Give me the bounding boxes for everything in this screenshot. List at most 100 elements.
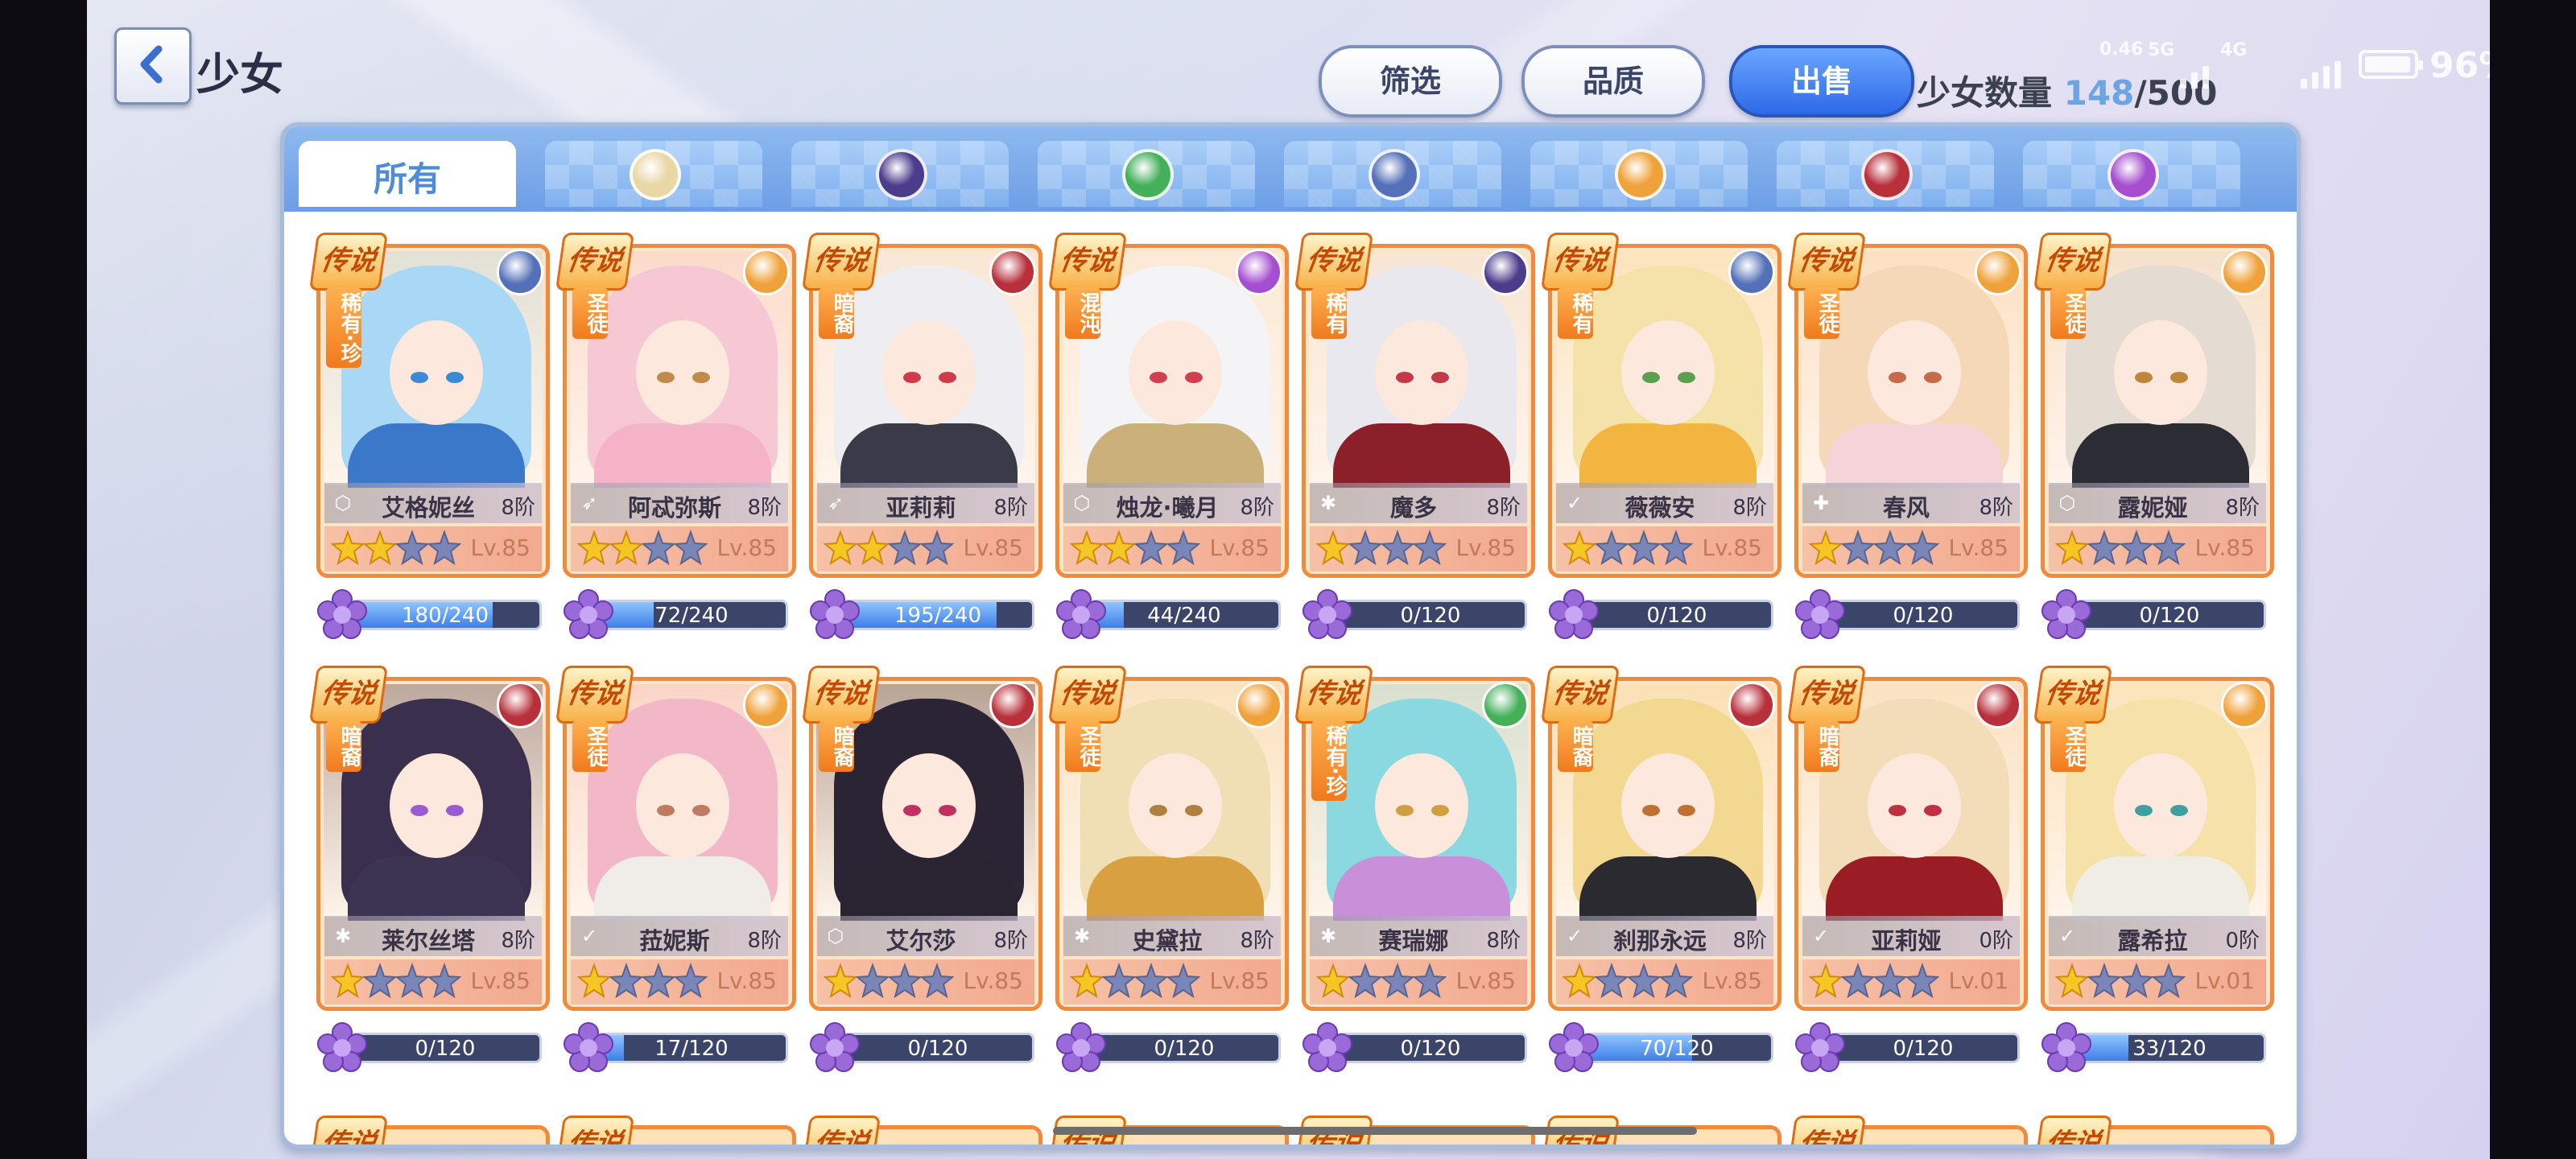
faction-tag: 圣徒 <box>2050 720 2086 772</box>
tab-blue-hexagon[interactable] <box>1284 141 1501 207</box>
character-card[interactable]: ⬡ 艾尔莎 8阶 Lv.85 传说 暗裔 <box>801 666 1042 1011</box>
faction-tag: 混沌 <box>1065 287 1100 339</box>
portrait-eye <box>1185 372 1203 383</box>
game-screen: 少女 筛选 品质 出售 少女数量 148/500 0.46 5G 4G 96% … <box>87 0 2490 1159</box>
character-card[interactable]: ✱ 莱尔丝塔 8阶 Lv.85 传说 暗裔 <box>308 666 550 1011</box>
portrait-eye <box>657 805 675 816</box>
legend-text: 传说 <box>1058 1128 1117 1149</box>
quality-button[interactable]: 品质 <box>1521 45 1705 118</box>
legend-text: 传说 <box>565 678 625 710</box>
star-icon <box>1166 963 1200 999</box>
star-icon <box>1348 530 1382 566</box>
filter-button[interactable]: 筛选 <box>1319 45 1502 118</box>
legend-badge: 传说 <box>2033 233 2113 291</box>
star-icon <box>2055 963 2089 999</box>
star-icon <box>1873 530 1907 566</box>
class-cross-icon: ✚ <box>1812 492 1830 514</box>
tab-sun-emblem[interactable] <box>545 141 762 207</box>
name-bar: ⬡ 艾尔莎 8阶 <box>817 916 1034 956</box>
character-panel: 所有 ⬡ 艾格妮丝 8阶 Lv.85 传说 稀有·珍 180/240 ➶ 阿忒弥斯 8阶 Lv.85… <box>280 122 2301 1149</box>
legend-text: 传说 <box>1550 1128 1610 1149</box>
name-bar: ✓ 菈妮斯 8阶 <box>571 916 788 956</box>
portrait-eye <box>1396 805 1414 816</box>
tab-golden-sun[interactable] <box>1530 141 1748 207</box>
star-icon <box>577 530 611 566</box>
tab-all[interactable]: 所有 <box>299 141 516 207</box>
star-bar: Lv.85 <box>324 959 542 1004</box>
tab-red-dragon[interactable] <box>1777 141 1994 207</box>
character-card[interactable]: ⬡ 烛龙·曦月 8阶 Lv.85 传说 混沌 <box>1047 233 1289 578</box>
progress-text: 195/240 <box>894 604 981 628</box>
star-icon <box>2120 530 2153 566</box>
portrait-face <box>390 320 483 425</box>
tab-pink-spiral[interactable] <box>2023 141 2240 207</box>
character-rank: 8阶 <box>1240 929 1274 953</box>
character-rank: 8阶 <box>501 929 535 953</box>
star-icon <box>577 963 611 999</box>
star-icon <box>1070 963 1104 999</box>
portrait-face <box>390 753 483 858</box>
faction-tag: 稀有 <box>1311 287 1347 339</box>
character-card[interactable]: ✓ 亚莉娅 0阶 Lv.01 传说 暗裔 <box>1786 666 2028 1011</box>
character-name: 艾格妮丝 <box>381 494 475 522</box>
progress-text: 180/240 <box>401 604 489 628</box>
character-rank: 8阶 <box>2225 496 2260 520</box>
tab-green-swirl[interactable] <box>1038 141 1255 207</box>
star-icon <box>642 963 675 999</box>
page-title: 少女 <box>196 49 283 100</box>
star-bar: Lv.85 <box>1310 959 1527 1004</box>
character-card[interactable]: ➶ 亚莉莉 8阶 Lv.85 传说 暗裔 <box>801 233 1042 578</box>
character-card[interactable]: ✚ 春风 8阶 Lv.85 传说 圣徒 <box>1786 233 2028 578</box>
star-rating <box>1809 530 1939 570</box>
portrait-eye <box>939 805 956 816</box>
progress-text: 0/120 <box>2139 604 2200 628</box>
character-card[interactable]: ⬡ 艾格妮丝 8阶 Lv.85 传说 稀有·珍 <box>308 233 550 578</box>
portrait-eye <box>1431 372 1449 383</box>
name-bar: ✓ 亚莉娅 0阶 <box>1802 916 2020 956</box>
sell-button[interactable]: 出售 <box>1729 45 1914 118</box>
character-card-partial[interactable]: 传说 <box>801 1112 1042 1145</box>
progress-track: 0/120 <box>1580 600 1773 630</box>
portrait-body <box>1333 856 1510 921</box>
character-card[interactable]: ⬡ 露妮娅 8阶 Lv.85 传说 圣徒 <box>2033 233 2274 578</box>
character-rank: 8阶 <box>993 496 1028 520</box>
star-icon <box>609 963 643 999</box>
portrait-body <box>2072 856 2249 921</box>
star-icon <box>674 963 708 999</box>
star-icon <box>674 530 708 566</box>
character-card-partial[interactable]: 传说 <box>1786 1112 2028 1145</box>
legend-badge: 传说 <box>1047 233 1128 291</box>
character-card[interactable]: ✓ 露希拉 0阶 Lv.01 传说 圣徒 <box>2033 666 2274 1011</box>
class-spark-icon: ✱ <box>1319 925 1337 947</box>
character-card[interactable]: ✱ 史黛拉 8阶 Lv.85 传说 圣徒 <box>1047 666 1289 1011</box>
character-card[interactable]: ✓ 薇薇安 8阶 Lv.85 传说 稀有 <box>1540 233 1781 578</box>
star-rating <box>1070 963 1200 1003</box>
shard-flower-icon <box>1549 589 1599 639</box>
faction-tag: 稀有·珍 <box>1311 720 1347 801</box>
pink-spiral-icon <box>2107 149 2159 200</box>
class-shield-icon: ⬡ <box>334 492 352 514</box>
back-button[interactable] <box>114 27 192 105</box>
character-name: 魔多 <box>1389 494 1437 522</box>
character-rank: 8阶 <box>993 929 1028 953</box>
character-card[interactable]: ✓ 刹那永远 8阶 Lv.85 传说 暗裔 <box>1540 666 1781 1011</box>
character-card-partial[interactable]: 传说 <box>2033 1112 2274 1145</box>
name-bar: ➶ 亚莉莉 8阶 <box>817 483 1034 523</box>
character-card-partial[interactable]: 传说 <box>555 1112 796 1145</box>
character-card[interactable]: ✱ 魔多 8阶 Lv.85 传说 稀有 <box>1294 233 1535 578</box>
portrait-eye <box>1889 805 1906 816</box>
character-card[interactable]: ✱ 赛瑞娜 8阶 Lv.85 传说 稀有·珍 <box>1294 666 1535 1011</box>
star-icon <box>331 963 365 999</box>
portrait-body <box>1087 423 1264 488</box>
character-card[interactable]: ➶ 阿忒弥斯 8阶 Lv.85 传说 圣徒 <box>555 233 796 578</box>
name-bar: ✱ 莱尔丝塔 8阶 <box>324 916 542 956</box>
golden-sun-icon <box>1615 149 1666 200</box>
class-shield-icon: ⬡ <box>1073 492 1091 514</box>
tab-purple-compass[interactable] <box>791 141 1009 207</box>
class-spark-icon: ✱ <box>1073 925 1091 947</box>
character-card-partial[interactable]: 传说 <box>308 1112 550 1145</box>
star-rating <box>2055 530 2186 570</box>
portrait-body <box>1579 856 1757 921</box>
star-rating <box>1316 963 1447 1003</box>
character-card[interactable]: ✓ 菈妮斯 8阶 Lv.85 传说 圣徒 <box>555 666 796 1011</box>
